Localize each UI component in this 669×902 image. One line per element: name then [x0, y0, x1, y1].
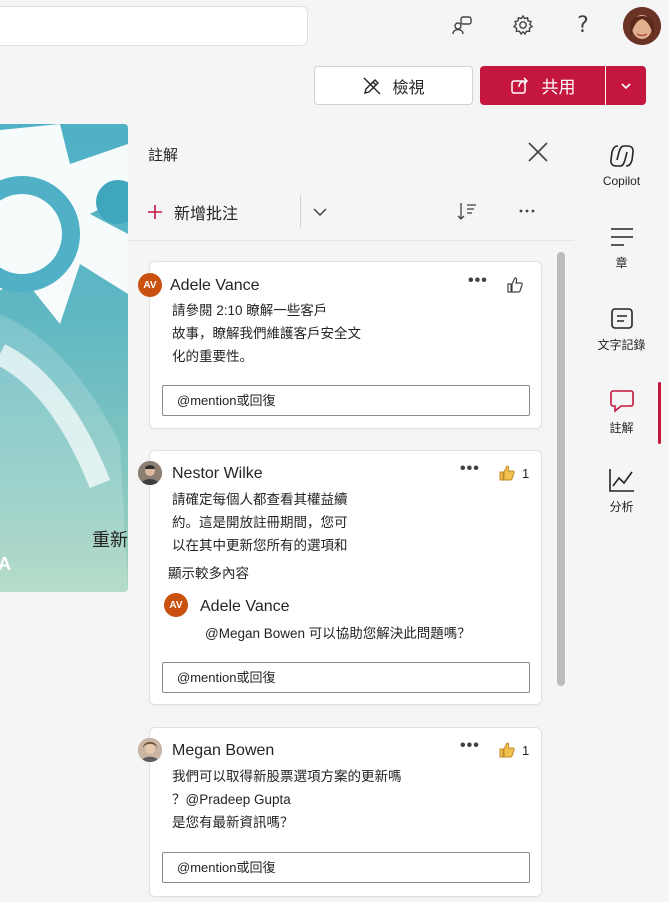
comment-text: 我們可以取得新股票選項方案的更新嗎 ？@Pradeep Gupta 是您有最新資… — [172, 765, 402, 834]
plus-icon — [148, 205, 162, 219]
avatar — [138, 738, 162, 762]
comment-line: 約。這是開放註冊期間，您可 — [172, 515, 348, 530]
rail-item-label: 註解 — [609, 421, 634, 435]
chapters-icon — [610, 228, 633, 246]
comment-line: ？@Pradeep Gupta — [172, 792, 291, 807]
rail-item-copilot[interactable]: Copilot — [574, 142, 669, 188]
like-count: 1 — [522, 743, 530, 758]
pen-icon — [363, 77, 381, 94]
like-count: 1 — [522, 466, 530, 481]
user-avatar[interactable] — [623, 7, 661, 45]
more-options-icon[interactable] — [516, 202, 538, 220]
reply-input[interactable]: @mention或回復 — [162, 662, 530, 693]
comment-text: 請參閱 2:10 瞭解一些客戶 故事，瞭解我們維護客戶安全文 化的重要性。 — [172, 299, 361, 368]
comment-card: AV Adele Vance ••• 請參閱 2:10 瞭解一些客戶 故事，瞭解… — [138, 261, 542, 429]
comments-panel: 註解 新增批注 AV Adele Vance ••• 請參閱 2:10 瞭解一些 — [128, 124, 574, 902]
reply-input[interactable]: @mention或回復 — [162, 852, 530, 883]
rail-item-comments[interactable]: 註解 — [574, 387, 669, 436]
copilot-icon — [609, 145, 634, 167]
new-comment-button[interactable]: 新增批注 — [146, 200, 238, 224]
avatar: AV — [164, 593, 188, 617]
active-indicator — [658, 382, 661, 444]
top-bar: ? — [0, 0, 669, 56]
share-dropdown-button[interactable] — [606, 66, 646, 105]
comment-card: Megan Bowen ••• 1 我們可以取得新股票選項方案的更新嗎 ？@Pr… — [138, 727, 542, 897]
share-icon — [510, 76, 528, 94]
close-icon[interactable] — [526, 140, 550, 164]
reply-input[interactable]: @mention或回復 — [162, 385, 530, 416]
comment-line: 請確定每個人都查看其權益續 — [172, 492, 348, 507]
like-icon[interactable] — [498, 464, 516, 482]
share-button[interactable]: 共用 — [480, 66, 605, 105]
slide-preview[interactable]: A — [0, 124, 128, 592]
view-button-label: 檢視 — [392, 79, 425, 97]
panel-title: 註解 — [148, 147, 179, 164]
comment-card: Nestor Wilke ••• 1 請確定每個人都查看其權益續 約。這是開放註… — [138, 450, 542, 705]
share-button-label: 共用 — [541, 78, 576, 97]
like-icon[interactable] — [498, 741, 516, 759]
new-comment-label: 新增批注 — [174, 206, 239, 223]
comment-author: Megan Bowen — [172, 742, 275, 759]
comment-line: 是您有最新資訊嗎？ — [172, 815, 294, 830]
reply-author: Adele Vance — [200, 598, 290, 615]
scrollbar[interactable] — [557, 252, 565, 686]
analytics-icon — [608, 469, 634, 492]
rail-item-chapters[interactable]: 章 — [574, 224, 669, 271]
view-button[interactable]: 檢視 — [314, 66, 473, 105]
comment-line: 化的重要性。 — [172, 349, 253, 364]
panel-divider — [128, 240, 574, 241]
slide-letter: A — [0, 554, 11, 574]
show-more-link[interactable]: 顯示較多內容 — [168, 562, 249, 585]
transcript-icon — [610, 308, 633, 329]
new-comment-divider — [300, 195, 301, 227]
sort-icon[interactable] — [456, 200, 478, 222]
comment-text: 請確定每個人都查看其權益續 約。這是開放註冊期間，您可 以在其中更新您所有的選項… — [172, 488, 348, 557]
rail-item-analytics[interactable]: 分析 — [574, 466, 669, 515]
rail-item-label: 分析 — [609, 500, 634, 514]
more-options-icon[interactable]: ••• — [460, 738, 480, 754]
rail-item-label: Copilot — [602, 174, 641, 188]
rail-item-label: 文字記錄 — [597, 338, 646, 352]
comment-line: 故事，瞭解我們維護客戶安全文 — [172, 326, 361, 341]
help-icon[interactable]: ? — [568, 10, 598, 40]
more-options-icon[interactable]: ••• — [460, 461, 480, 477]
comment-icon — [609, 390, 634, 413]
search-input[interactable] — [0, 6, 308, 46]
comment-line: 請參閱 2:10 瞭解一些客戶 — [172, 303, 328, 318]
avatar: AV — [138, 273, 162, 297]
rail-item-transcript[interactable]: 文字記錄 — [574, 306, 669, 353]
comment-line: 我們可以取得新股票選項方案的更新嗎 — [172, 769, 402, 784]
rail-item-label: 章 — [615, 256, 628, 270]
reply-text: @Megan Bowen 可以協助您解決此問題嗎？ — [205, 626, 471, 641]
slide-artwork — [0, 124, 128, 592]
more-options-icon[interactable]: ••• — [468, 273, 488, 289]
chevron-down-icon — [621, 82, 631, 89]
people-chat-icon[interactable] — [448, 10, 478, 40]
gear-icon[interactable] — [508, 10, 538, 40]
comment-author: Nestor Wilke — [172, 465, 263, 482]
avatar — [138, 461, 162, 485]
chevron-down-icon[interactable] — [310, 202, 330, 222]
comment-line: 以在其中更新您所有的選項和 — [172, 538, 348, 553]
like-icon[interactable] — [506, 276, 524, 294]
right-rail: Copilot 章 文字記錄 註解 分析 — [574, 124, 669, 902]
comment-author: Adele Vance — [170, 277, 260, 294]
